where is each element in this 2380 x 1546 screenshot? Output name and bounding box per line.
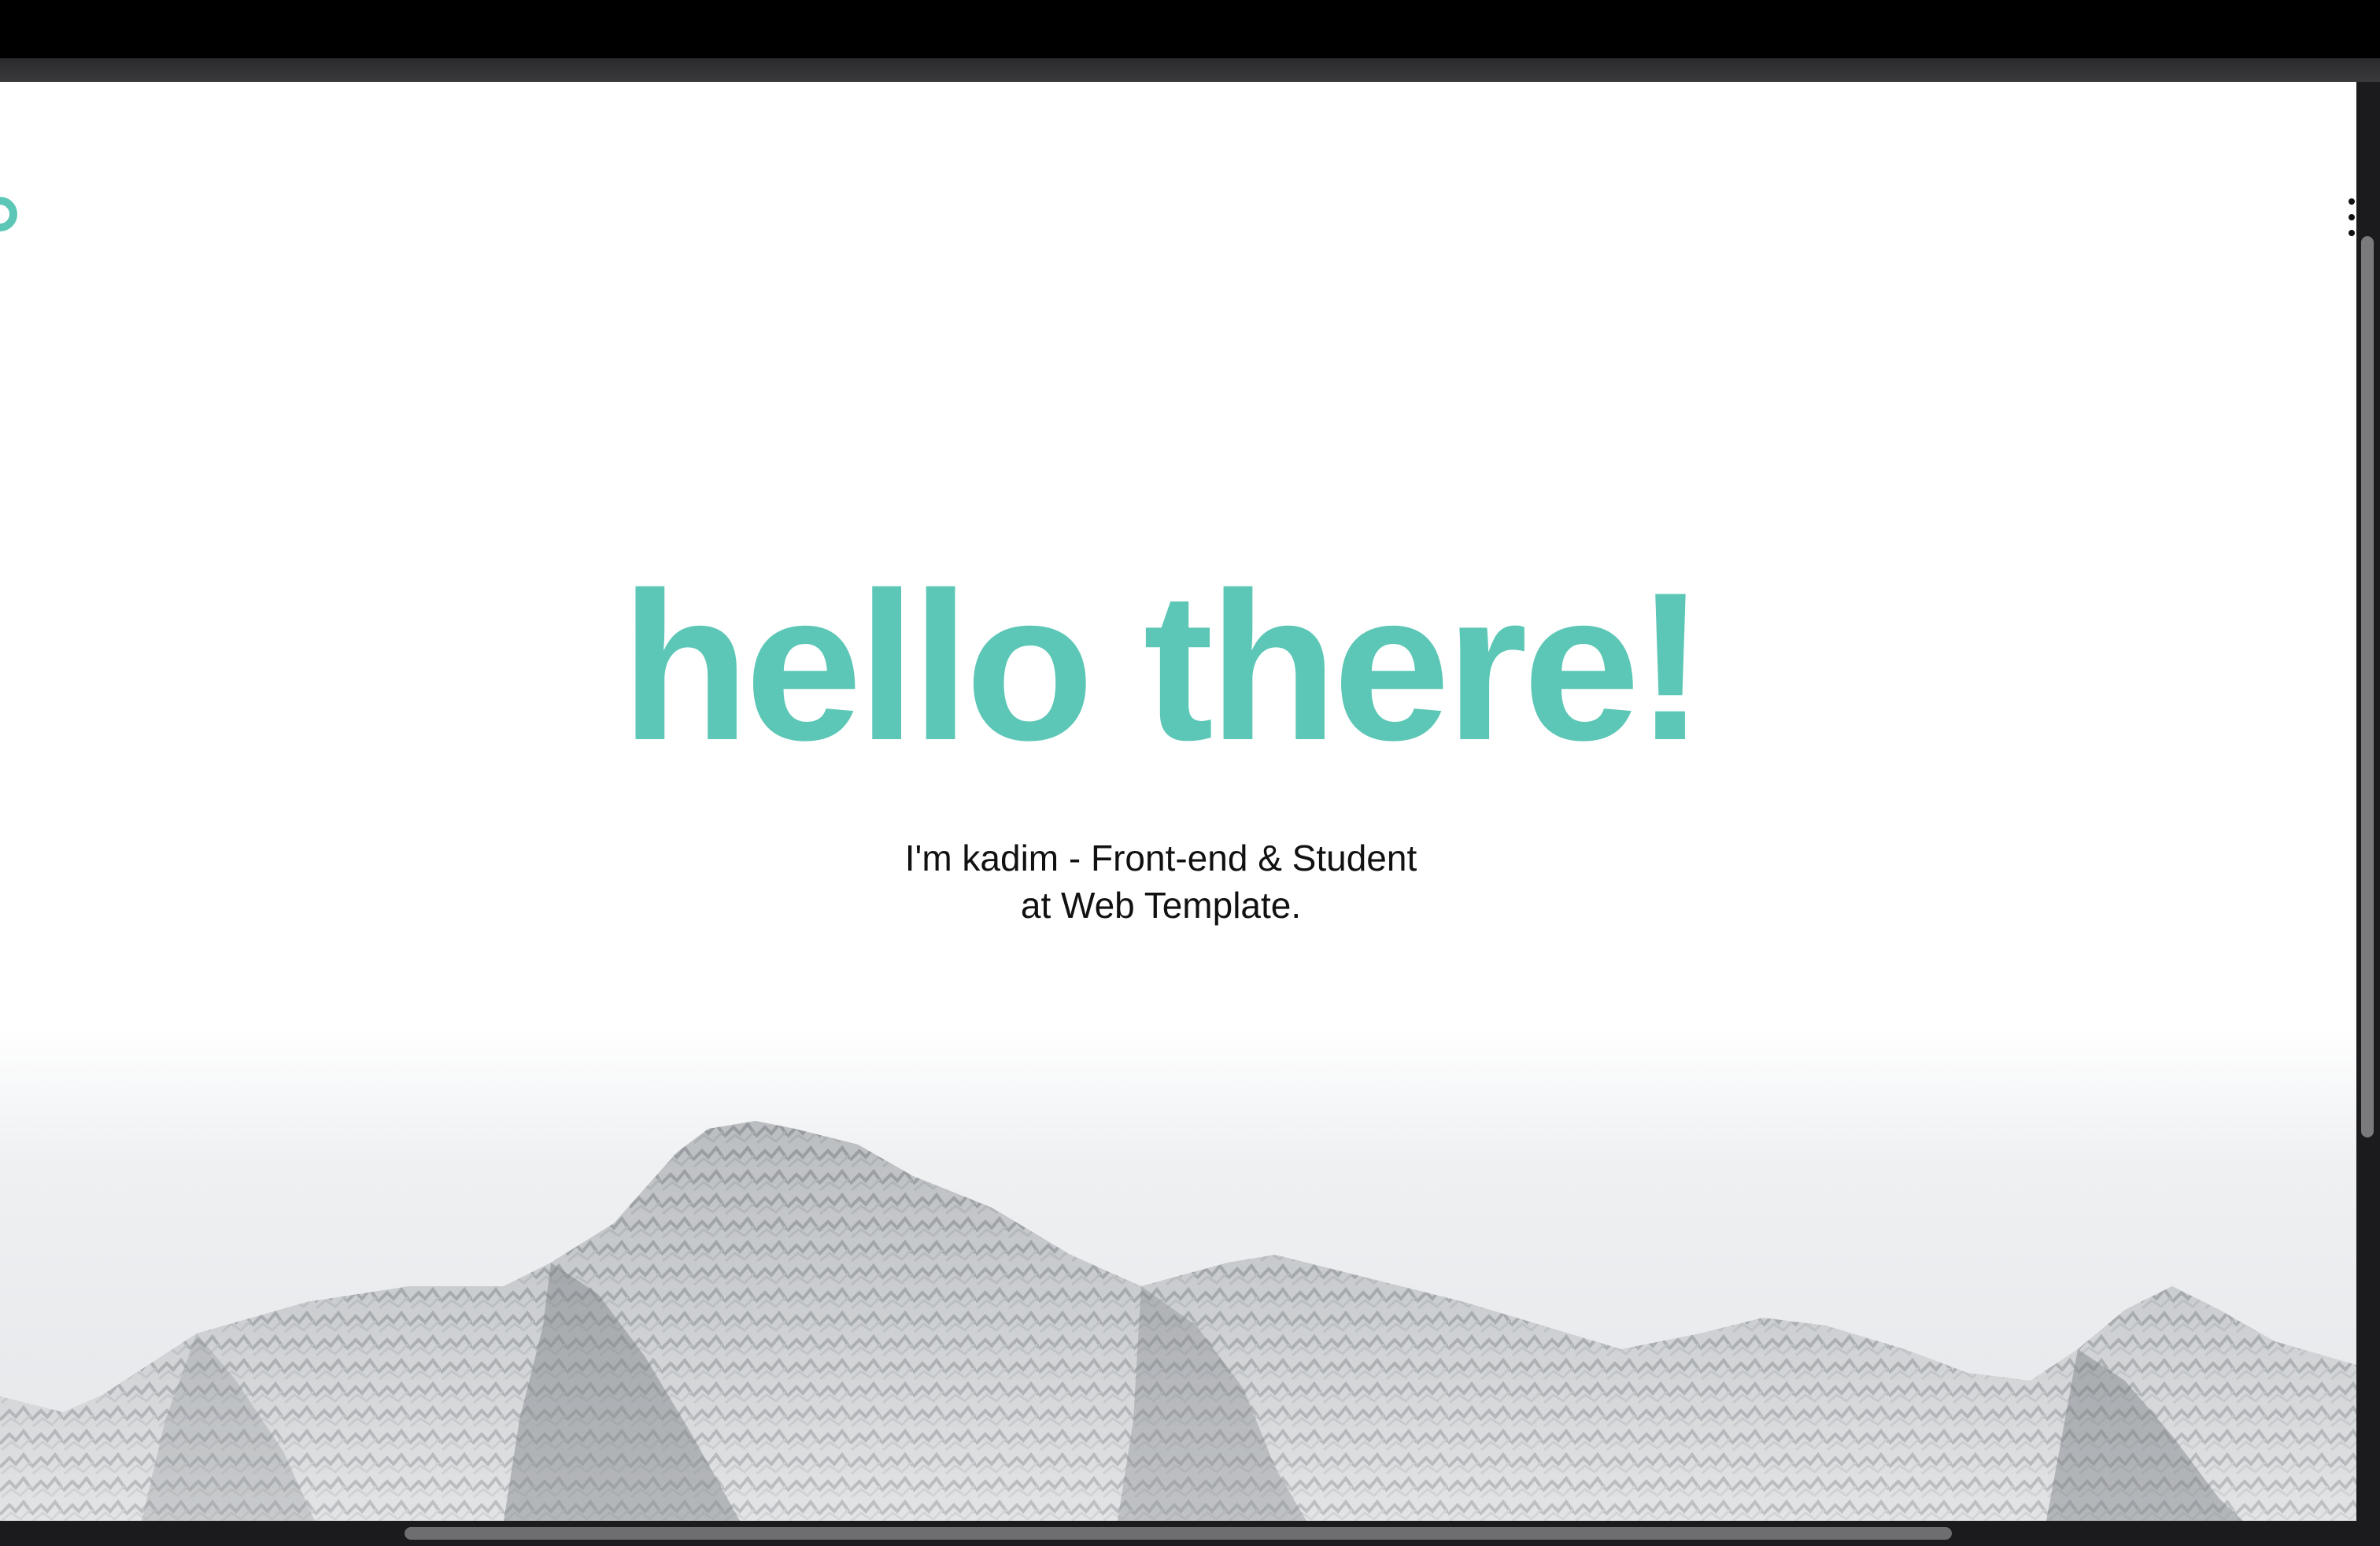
window-top-bar [0,0,2380,58]
vertical-dots-menu-icon[interactable] [2349,198,2356,253]
hero-subtitle-line-1: I'm kadim - Front-end & Student [904,838,1417,878]
vertical-scrollbar-thumb[interactable] [2361,236,2374,1137]
mountain-background-image [0,1026,2356,1521]
menu-dot [2349,230,2355,236]
horizontal-scrollbar-thumb[interactable] [405,1527,1952,1540]
hero-subtitle: I'm kadim - Front-end & Student at Web T… [0,834,2322,929]
menu-dot [2349,214,2355,220]
menu-dot [2349,198,2355,205]
logo-icon[interactable] [0,197,17,231]
hero-title: hello there! [620,548,1706,784]
hero-subtitle-line-2: at Web Template. [1020,885,1302,926]
web-page: hello there! I'm kadim - Front-end & Stu… [0,82,2356,1521]
browser-toolbar-edge [0,58,2380,82]
hero-section: hello there! I'm kadim - Front-end & Stu… [0,82,2356,1521]
screen: hello there! I'm kadim - Front-end & Stu… [0,0,2380,1546]
